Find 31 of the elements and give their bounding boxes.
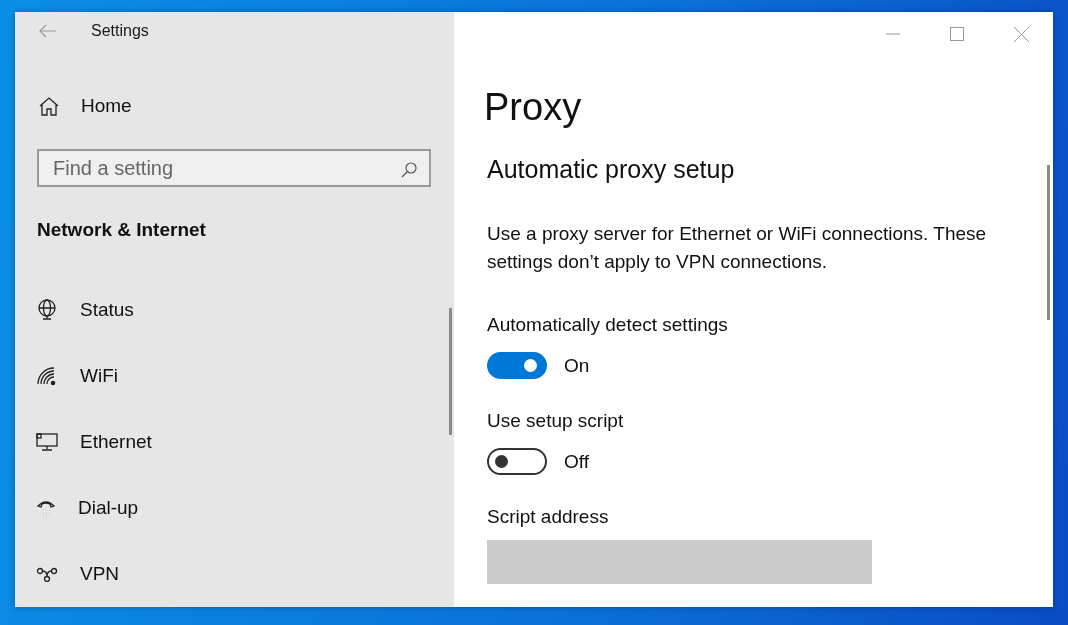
globe-icon [36, 299, 58, 321]
page-title: Proxy [484, 88, 582, 126]
toggle-switch[interactable] [487, 448, 547, 475]
description-text: Use a proxy server for Ethernet or WiFi connections. These settings don’t apply to VPN connections. [487, 222, 988, 274]
nav-item[interactable]: VPN [15, 541, 120, 607]
toggle-state-text: Off [564, 450, 589, 473]
setting-label: Use setup script [487, 410, 624, 432]
nav-item[interactable]: Ethernet [15, 409, 152, 475]
close-icon [1013, 26, 1029, 42]
maximize-icon [950, 27, 964, 41]
monitor-icon [36, 433, 58, 451]
vpn-icon [36, 566, 58, 582]
wifi-icon [36, 366, 58, 386]
window-title: Settings [91, 22, 149, 41]
setting-label: Automatically detect settings [487, 314, 728, 336]
scrollbar[interactable] [1047, 165, 1050, 320]
toggle-switch[interactable] [487, 352, 547, 379]
home-link[interactable]: Home [39, 95, 132, 118]
back-arrow-icon[interactable] [39, 24, 57, 39]
scrollbar[interactable] [449, 308, 452, 435]
section-heading: Automatic proxy setup [487, 154, 735, 184]
field-label: Script address [487, 506, 609, 528]
section-heading: Network & Internet [37, 219, 206, 241]
toggle-state-text: On [564, 354, 590, 377]
minimize-icon [886, 33, 900, 35]
search-icon [401, 162, 417, 179]
nav-item[interactable]: Status [15, 277, 134, 343]
nav-item[interactable]: WiFi [15, 343, 118, 409]
nav-item[interactable]: Dial-up [15, 475, 139, 541]
search-field[interactable]: Find a setting [37, 149, 431, 187]
home-icon [39, 96, 59, 116]
